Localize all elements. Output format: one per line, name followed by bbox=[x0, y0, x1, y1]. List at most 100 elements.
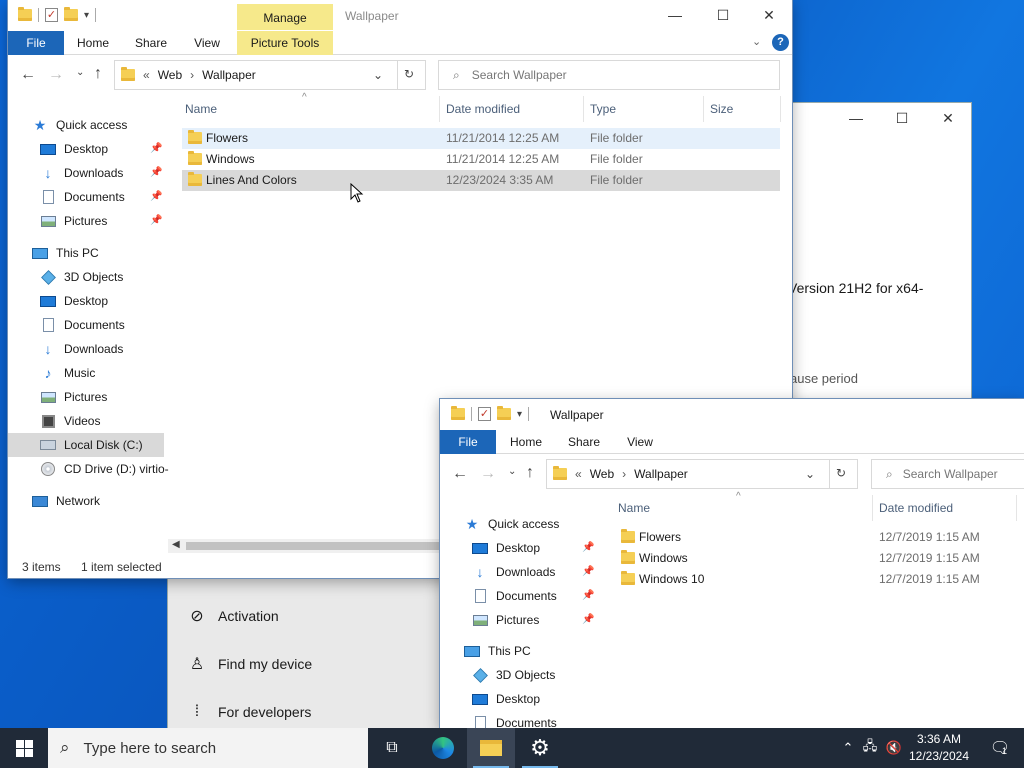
chevron-up-icon[interactable]: ⌃ bbox=[838, 740, 858, 756]
manage-tab[interactable]: Manage bbox=[237, 11, 333, 25]
qat-dropdown-icon[interactable]: ▾ bbox=[517, 409, 522, 420]
nav-quick-pictures[interactable]: Pictures bbox=[472, 608, 539, 632]
qat-dropdown-icon[interactable]: ▾ bbox=[84, 10, 89, 21]
nav-quick-documents[interactable]: Documents bbox=[472, 584, 557, 608]
breadcrumb-wallpaper[interactable]: Wallpaper bbox=[202, 68, 256, 82]
settings-minimize-button[interactable]: — bbox=[833, 103, 879, 133]
nav-quick-pictures[interactable]: Pictures bbox=[40, 209, 107, 233]
settings-nav-activation[interactable]: ⊘ Activation bbox=[186, 602, 278, 630]
up-arrow-icon[interactable]: ↑ bbox=[94, 65, 102, 83]
maximize-button[interactable]: ☐ bbox=[700, 0, 746, 30]
new-folder-icon[interactable] bbox=[497, 406, 511, 420]
nav-this-pc[interactable]: This PC bbox=[464, 639, 531, 663]
table-row[interactable]: Flowers 12/7/2019 1:15 AM bbox=[615, 527, 1024, 548]
back-arrow-icon[interactable]: ← bbox=[452, 465, 468, 483]
forward-arrow-icon[interactable]: → bbox=[480, 465, 496, 483]
nav-quick-downloads[interactable]: ↓ Downloads bbox=[40, 161, 124, 185]
overflow-icon[interactable]: « bbox=[143, 68, 150, 82]
tab-home[interactable]: Home bbox=[70, 31, 116, 55]
minimize-button[interactable]: — bbox=[652, 0, 698, 30]
notification-center-button[interactable]: 🗨 1 bbox=[976, 728, 1024, 768]
column-type[interactable]: Type bbox=[590, 96, 616, 122]
back-arrow-icon[interactable]: ← bbox=[20, 66, 36, 84]
volume-muted-icon[interactable]: 🔇 bbox=[882, 740, 906, 756]
forward-arrow-icon[interactable]: → bbox=[48, 66, 64, 84]
tab-home[interactable]: Home bbox=[503, 430, 549, 454]
help-icon[interactable]: ? bbox=[772, 34, 789, 51]
nav-documents[interactable]: Documents bbox=[40, 313, 125, 337]
nav-cd-drive[interactable]: CD Drive (D:) virtio- bbox=[40, 457, 169, 481]
nav-quick-access[interactable]: ★ Quick access bbox=[464, 512, 560, 536]
address-bar[interactable]: « Web › Wallpaper ⌄ ↻ bbox=[114, 60, 426, 90]
nav-documents[interactable]: Documents bbox=[472, 711, 557, 728]
nav-downloads[interactable]: ↓ Downloads bbox=[40, 337, 124, 361]
nav-desktop[interactable]: Desktop bbox=[40, 289, 108, 313]
tab-picture-tools[interactable]: Picture Tools bbox=[237, 31, 333, 55]
column-size[interactable]: Size bbox=[710, 96, 733, 122]
recent-dropdown-icon[interactable]: ⌄ bbox=[76, 67, 84, 78]
table-row[interactable]: Flowers 11/21/2014 12:25 AM File folder bbox=[182, 128, 780, 149]
overflow-icon[interactable]: « bbox=[575, 467, 582, 481]
file-explorer-button[interactable] bbox=[467, 728, 515, 768]
refresh-icon[interactable]: ↻ bbox=[836, 466, 846, 480]
table-row[interactable]: Windows 10 12/7/2019 1:15 AM bbox=[615, 569, 1024, 590]
clock[interactable]: 3:36 AM 12/23/2024 bbox=[904, 731, 974, 765]
address-dropdown-icon[interactable]: ⌄ bbox=[805, 467, 815, 481]
network-icon[interactable]: 🖧 bbox=[858, 737, 882, 759]
breadcrumb-web[interactable]: Web bbox=[590, 467, 614, 481]
scroll-left-icon[interactable]: ◀ bbox=[172, 539, 180, 550]
address-dropdown-icon[interactable]: ⌄ bbox=[373, 68, 383, 82]
nav-videos[interactable]: Videos bbox=[40, 409, 100, 433]
table-row[interactable]: Lines And Colors 12/23/2024 3:35 AM File… bbox=[182, 170, 780, 191]
column-date-modified[interactable]: Date modified bbox=[446, 96, 520, 122]
settings-nav-for-developers[interactable]: ⁞ For developers bbox=[186, 698, 312, 726]
address-bar[interactable]: « Web › Wallpaper ⌄ ↻ bbox=[546, 459, 858, 489]
breadcrumb-wallpaper[interactable]: Wallpaper bbox=[634, 467, 688, 481]
refresh-icon[interactable]: ↻ bbox=[404, 67, 414, 81]
settings-button[interactable]: ⚙ bbox=[516, 728, 564, 768]
tab-share[interactable]: Share bbox=[561, 430, 607, 454]
search-input[interactable]: ⌕ Search Wallpaper bbox=[438, 60, 780, 90]
nav-quick-desktop[interactable]: Desktop bbox=[40, 137, 108, 161]
taskbar-search-box[interactable]: ⌕ Type here to search bbox=[48, 728, 368, 768]
nav-quick-documents[interactable]: Documents bbox=[40, 185, 125, 209]
ribbon-expand-icon[interactable]: ⌄ bbox=[752, 35, 761, 48]
nav-this-pc[interactable]: This PC bbox=[32, 241, 99, 265]
up-arrow-icon[interactable]: ↑ bbox=[526, 464, 534, 482]
tab-file[interactable]: File bbox=[440, 430, 496, 454]
recent-dropdown-icon[interactable]: ⌄ bbox=[508, 466, 516, 477]
table-row[interactable]: Windows 11/21/2014 12:25 AM File folder bbox=[182, 149, 780, 170]
nav-pictures[interactable]: Pictures bbox=[40, 385, 107, 409]
nav-music[interactable]: ♪ Music bbox=[40, 361, 96, 385]
edge-button[interactable] bbox=[419, 728, 467, 768]
settings-close-button[interactable]: ✕ bbox=[925, 103, 971, 133]
nav-3d-objects[interactable]: 3D Objects bbox=[40, 265, 123, 289]
settings-nav-find-my-device[interactable]: ♙ Find my device bbox=[186, 650, 312, 678]
nav-desktop[interactable]: Desktop bbox=[472, 687, 540, 711]
table-row[interactable]: Windows 12/7/2019 1:15 AM bbox=[615, 548, 1024, 569]
properties-icon[interactable]: ✓ bbox=[45, 8, 58, 22]
tab-view[interactable]: View bbox=[617, 430, 663, 454]
close-button[interactable]: ✕ bbox=[746, 0, 792, 30]
properties-icon[interactable]: ✓ bbox=[478, 407, 491, 421]
column-date-modified[interactable]: Date modified bbox=[879, 495, 953, 521]
task-view-button[interactable]: ⧉ bbox=[368, 728, 416, 768]
nav-quick-desktop[interactable]: Desktop bbox=[472, 536, 540, 560]
start-button[interactable] bbox=[0, 728, 48, 768]
search-input[interactable]: ⌕ Search Wallpaper bbox=[871, 459, 1024, 489]
tab-file[interactable]: File bbox=[8, 31, 64, 55]
nav-quick-downloads[interactable]: ↓ Downloads bbox=[472, 560, 556, 584]
column-name[interactable]: Name bbox=[185, 96, 217, 122]
tab-share[interactable]: Share bbox=[128, 31, 174, 55]
nav-local-disk[interactable]: Local Disk (C:) bbox=[8, 433, 164, 457]
nav-3d-objects[interactable]: 3D Objects bbox=[472, 663, 555, 687]
tab-view[interactable]: View bbox=[184, 31, 230, 55]
new-folder-icon[interactable] bbox=[64, 7, 78, 21]
breadcrumb-web[interactable]: Web bbox=[158, 68, 182, 82]
column-name[interactable]: Name bbox=[618, 495, 650, 521]
nav-network[interactable]: Network bbox=[32, 489, 100, 513]
horizontal-scrollbar[interactable]: ◀ bbox=[168, 539, 448, 553]
settings-maximize-button[interactable]: ☐ bbox=[879, 103, 925, 133]
nav-quick-access[interactable]: ★ Quick access bbox=[32, 113, 128, 137]
scroll-thumb[interactable] bbox=[186, 542, 448, 550]
